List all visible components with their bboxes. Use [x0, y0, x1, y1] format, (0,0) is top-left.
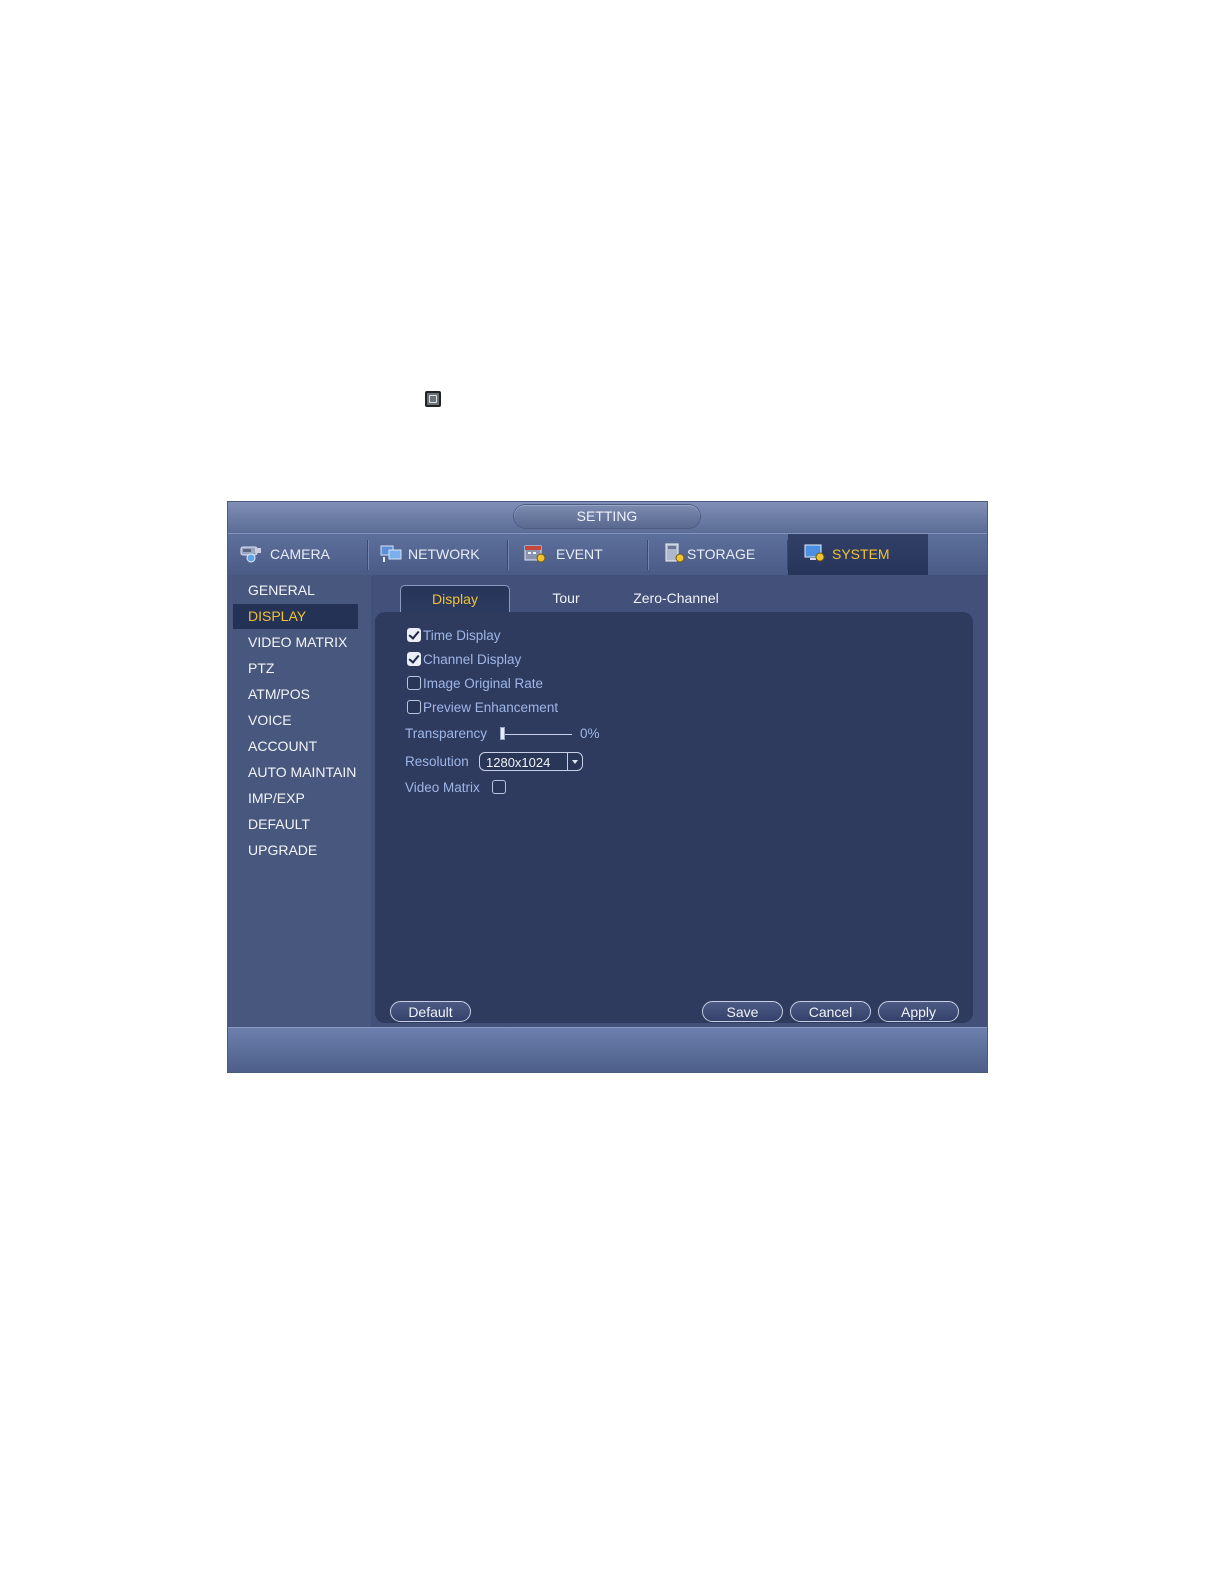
resolution-value: 1280x1024 [486, 755, 551, 770]
sidebar-item-video-matrix[interactable]: VIDEO MATRIX [233, 630, 358, 655]
bottom-bar [228, 1027, 987, 1072]
time-display-row: Time Display [405, 626, 605, 646]
window-title: SETTING [514, 505, 700, 528]
channel-display-checkbox[interactable] [407, 652, 421, 666]
tab-event-label: EVENT [556, 546, 603, 562]
channel-display-row: Channel Display [405, 650, 605, 670]
sidebar-item-account[interactable]: ACCOUNT [233, 734, 358, 759]
subtab-tour[interactable]: Tour [531, 585, 601, 611]
image-original-rate-label: Image Original Rate [423, 676, 544, 691]
preview-enhancement-row: Preview Enhancement [405, 698, 605, 718]
transparency-slider[interactable] [500, 734, 572, 735]
storage-icon [665, 543, 685, 563]
transparency-value: 0% [580, 726, 600, 741]
tab-camera-label: CAMERA [270, 546, 330, 562]
tab-camera[interactable]: CAMERA [228, 534, 367, 575]
time-display-checkbox[interactable] [407, 628, 421, 642]
transparency-row: Transparency 0% [405, 724, 635, 744]
sidebar-item-imp-exp[interactable]: IMP/EXP [233, 786, 358, 811]
save-button[interactable]: Save [702, 1001, 783, 1022]
main-tab-bar: CAMERA NETWORK EVENT STORAGE SYSTEM [228, 533, 987, 576]
default-button[interactable]: Default [390, 1001, 471, 1022]
sidebar-item-auto-maintain[interactable]: AUTO MAINTAIN [233, 760, 358, 785]
sidebar-item-default[interactable]: DEFAULT [233, 812, 358, 837]
event-icon [524, 545, 546, 563]
system-icon [804, 544, 825, 562]
display-settings-panel: Time Display Channel Display Image Origi… [375, 612, 973, 1023]
subtab-zero-channel[interactable]: Zero-Channel [616, 585, 736, 611]
preview-enhancement-label: Preview Enhancement [423, 700, 559, 715]
image-original-rate-row: Image Original Rate [405, 674, 605, 694]
checkbox-icon [425, 391, 441, 407]
tab-network-label: NETWORK [408, 546, 480, 562]
cancel-button[interactable]: Cancel [790, 1001, 871, 1022]
sidebar: GENERAL DISPLAY VIDEO MATRIX PTZ ATM/POS… [228, 575, 371, 1027]
transparency-slider-handle[interactable] [500, 727, 505, 740]
sidebar-item-ptz[interactable]: PTZ [233, 656, 358, 681]
channel-display-label: Channel Display [423, 652, 522, 667]
tab-network[interactable]: NETWORK [368, 534, 507, 575]
sidebar-item-upgrade[interactable]: UPGRADE [233, 838, 358, 863]
video-matrix-checkbox[interactable] [492, 780, 506, 794]
preview-enhancement-checkbox[interactable] [407, 700, 421, 714]
transparency-label: Transparency [405, 726, 488, 741]
chevron-down-icon[interactable] [567, 753, 582, 770]
tab-system-label: SYSTEM [832, 546, 890, 562]
camera-icon [240, 546, 261, 563]
sidebar-item-voice[interactable]: VOICE [233, 708, 358, 733]
time-display-label: Time Display [423, 628, 501, 643]
setting-window: SETTING CAMERA NETWORK EVENT STORAGE SYS… [228, 502, 987, 1072]
apply-button[interactable]: Apply [878, 1001, 959, 1022]
image-original-rate-checkbox[interactable] [407, 676, 421, 690]
video-matrix-row: Video Matrix [405, 778, 605, 798]
title-bar: SETTING [228, 502, 987, 533]
tab-storage-label: STORAGE [687, 546, 756, 562]
sidebar-item-general[interactable]: GENERAL [233, 578, 358, 603]
video-matrix-label: Video Matrix [405, 780, 480, 795]
tab-event[interactable]: EVENT [508, 534, 647, 575]
tab-storage[interactable]: STORAGE [648, 534, 787, 575]
tab-system[interactable]: SYSTEM [788, 534, 928, 575]
resolution-row: Resolution 1280x1024 [405, 752, 605, 772]
sidebar-item-display[interactable]: DISPLAY [233, 604, 358, 629]
resolution-select[interactable]: 1280x1024 [479, 752, 583, 771]
sidebar-item-atm-pos[interactable]: ATM/POS [233, 682, 358, 707]
content-area: Display Tour Zero-Channel Time Display C… [371, 575, 987, 1027]
resolution-label: Resolution [405, 754, 469, 769]
subtab-display[interactable]: Display [400, 585, 510, 612]
network-icon [380, 545, 402, 562]
